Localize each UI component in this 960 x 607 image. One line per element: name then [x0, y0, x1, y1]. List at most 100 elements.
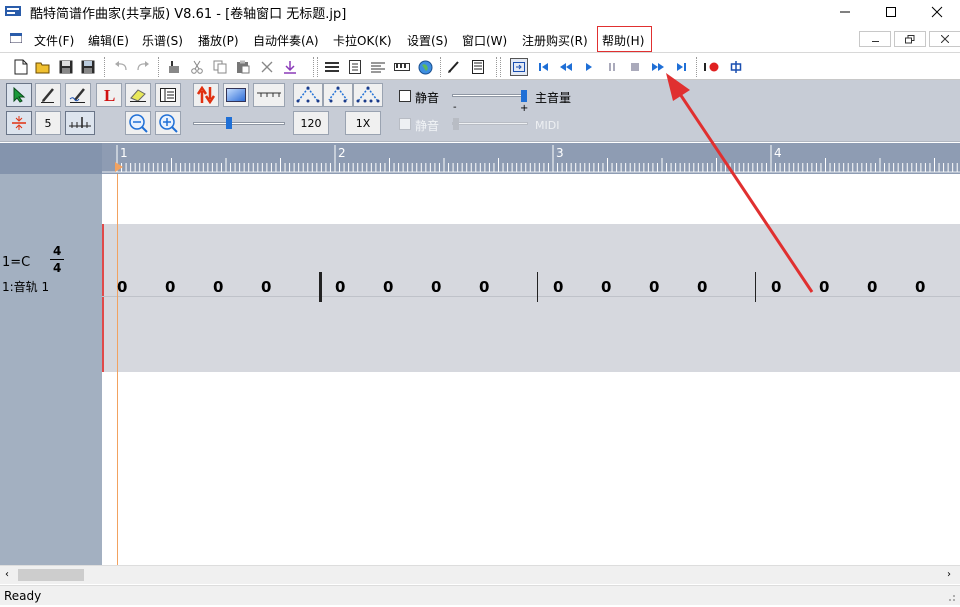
- follow-playback-button[interactable]: [510, 58, 528, 76]
- menu-file[interactable]: 文件(F): [34, 32, 74, 49]
- octave-down-button[interactable]: [353, 83, 383, 107]
- mdi-restore-button[interactable]: [894, 31, 926, 47]
- mdi-minimize-button[interactable]: [859, 31, 891, 47]
- note[interactable]: 0: [213, 278, 223, 296]
- score-canvas[interactable]: 0 0 0 0 0 0 0 0 0 0 0 0 0 0 0 0: [102, 174, 960, 565]
- minimize-button[interactable]: [822, 0, 868, 24]
- close-button[interactable]: [914, 0, 960, 24]
- measure-tool-button[interactable]: [253, 83, 285, 107]
- mute-checkbox[interactable]: [399, 90, 411, 102]
- note[interactable]: 0: [819, 278, 829, 296]
- menu-auto-accompaniment[interactable]: 自动伴奏(A): [253, 32, 319, 49]
- zoom-out-button[interactable]: [125, 111, 151, 135]
- menu-register[interactable]: 注册购买(R): [522, 32, 588, 49]
- note[interactable]: 0: [649, 278, 659, 296]
- maximize-button[interactable]: [868, 0, 914, 24]
- lines-icon: [325, 62, 339, 72]
- open-file-button[interactable]: [34, 58, 52, 76]
- insert-button[interactable]: [165, 58, 183, 76]
- delete-button[interactable]: [258, 58, 276, 76]
- zoom-slider-thumb[interactable]: [226, 117, 232, 129]
- note[interactable]: 0: [165, 278, 175, 296]
- note[interactable]: 0: [915, 278, 925, 296]
- line-tool-button[interactable]: L: [96, 83, 122, 107]
- note[interactable]: 0: [867, 278, 877, 296]
- note[interactable]: 0: [697, 278, 707, 296]
- midi-plug-icon: [730, 61, 742, 73]
- note[interactable]: 0: [479, 278, 489, 296]
- go-to-end-button[interactable]: [672, 58, 690, 76]
- tempo-field[interactable]: 120: [293, 111, 329, 135]
- undo-button[interactable]: [112, 58, 130, 76]
- cut-button[interactable]: [188, 58, 206, 76]
- track-header[interactable]: 1=C 4 4 1:音轨 1: [0, 224, 102, 372]
- midi-volume-slider[interactable]: [452, 122, 528, 125]
- menu-edit[interactable]: 编辑(E): [88, 32, 129, 49]
- midi-input-button[interactable]: [727, 58, 745, 76]
- measure-ruler[interactable]: 1 2 3 4: [0, 143, 960, 174]
- web-button[interactable]: [416, 58, 434, 76]
- go-to-start-button[interactable]: [535, 58, 553, 76]
- menu-window[interactable]: 窗口(W): [462, 32, 507, 49]
- note[interactable]: 0: [335, 278, 345, 296]
- spacing-tool-button[interactable]: [6, 111, 32, 135]
- scroll-thumb[interactable]: [18, 569, 84, 581]
- download-button[interactable]: [281, 58, 299, 76]
- note[interactable]: 0: [553, 278, 563, 296]
- pause-button[interactable]: [603, 58, 621, 76]
- menu-score[interactable]: 乐谱(S): [142, 32, 183, 49]
- lyric-tool-button[interactable]: [65, 83, 91, 107]
- text-align-button[interactable]: [369, 58, 387, 76]
- save-button[interactable]: [57, 58, 75, 76]
- scroll-left-icon[interactable]: ‹: [5, 569, 9, 580]
- zoom-slider[interactable]: [193, 122, 285, 125]
- lines-view-button[interactable]: [323, 58, 341, 76]
- master-volume-slider[interactable]: [452, 94, 526, 97]
- note[interactable]: 0: [771, 278, 781, 296]
- horizontal-scrollbar[interactable]: ‹ ›: [0, 565, 960, 584]
- pen-icon: [448, 61, 459, 73]
- keyboard-button[interactable]: [393, 58, 411, 76]
- stop-button[interactable]: [626, 58, 644, 76]
- panel-tool-button[interactable]: [155, 83, 181, 107]
- step-value-field[interactable]: 5: [35, 111, 61, 135]
- zoom-in-button[interactable]: [155, 111, 181, 135]
- status-text: Ready: [4, 589, 42, 603]
- note[interactable]: 0: [431, 278, 441, 296]
- select-tool-button[interactable]: [6, 83, 32, 107]
- redo-button[interactable]: [134, 58, 152, 76]
- note[interactable]: 0: [261, 278, 271, 296]
- note[interactable]: 0: [601, 278, 611, 296]
- transpose-button[interactable]: [193, 83, 219, 107]
- scroll-right-icon[interactable]: ›: [947, 569, 951, 580]
- play-button[interactable]: [580, 58, 598, 76]
- page-view-button[interactable]: [346, 58, 364, 76]
- octave-up-button[interactable]: [293, 83, 323, 107]
- master-volume-thumb[interactable]: [521, 90, 527, 102]
- background-tool-button[interactable]: [223, 83, 249, 107]
- octave-normal-button[interactable]: [323, 83, 353, 107]
- note[interactable]: 0: [383, 278, 393, 296]
- note[interactable]: 0: [117, 278, 127, 296]
- menu-play[interactable]: 播放(P): [198, 32, 239, 49]
- paste-button[interactable]: [234, 58, 252, 76]
- mdi-close-button[interactable]: [929, 31, 960, 47]
- rewind-button[interactable]: [557, 58, 575, 76]
- menu-settings[interactable]: 设置(S): [407, 32, 448, 49]
- midi-mute-checkbox[interactable]: [399, 118, 411, 130]
- fast-forward-button[interactable]: [649, 58, 667, 76]
- track-staff[interactable]: [102, 224, 960, 372]
- eraser-tool-button[interactable]: [125, 83, 151, 107]
- record-button[interactable]: [703, 58, 721, 76]
- pen-tool-button[interactable]: [445, 58, 463, 76]
- grid-tool-button[interactable]: [65, 111, 95, 135]
- menu-karaoke[interactable]: 卡拉OK(K): [333, 32, 392, 49]
- copy-button[interactable]: [211, 58, 229, 76]
- midi-volume-thumb[interactable]: [453, 118, 459, 130]
- pencil-tool-button[interactable]: [35, 83, 61, 107]
- save-as-button[interactable]: [79, 58, 97, 76]
- new-file-button[interactable]: [12, 58, 30, 76]
- speed-field[interactable]: 1X: [345, 111, 381, 135]
- list-view-button[interactable]: [469, 58, 487, 76]
- resize-grip-icon[interactable]: [938, 588, 958, 604]
